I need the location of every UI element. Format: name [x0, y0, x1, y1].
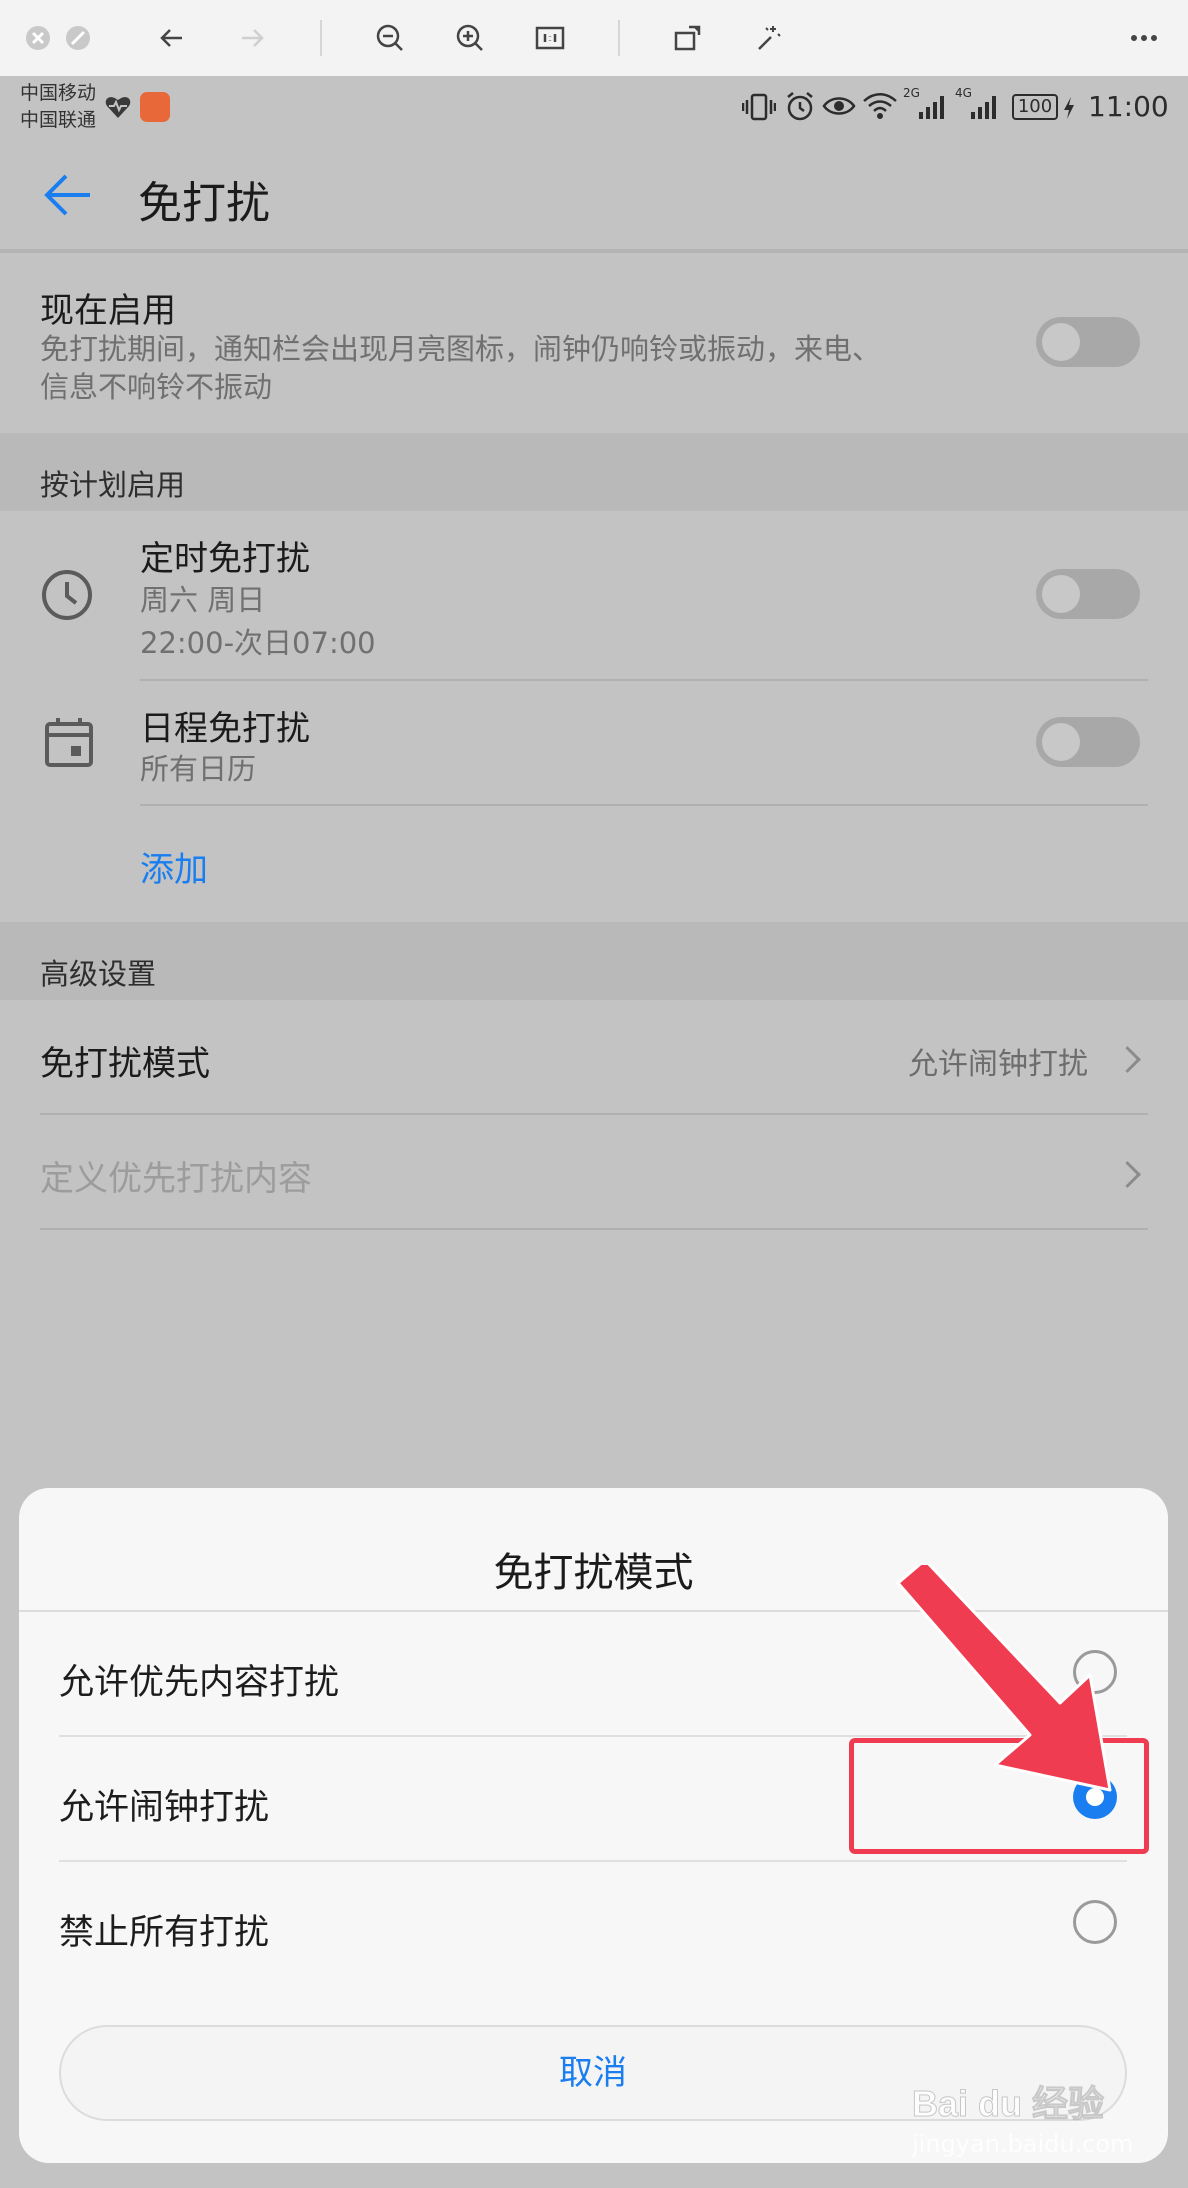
rotate-icon[interactable]: [668, 18, 708, 58]
now-enable-desc-2: 信息不响铃不振动: [40, 370, 273, 404]
back-button[interactable]: [42, 172, 94, 222]
option-block-all-label: 禁止所有打扰: [59, 1913, 270, 1953]
option-alarm-label: 允许闹钟打扰: [59, 1788, 270, 1828]
wifi-icon: [862, 92, 898, 124]
minimize-window-icon[interactable]: [58, 18, 98, 58]
option-block-all-radio[interactable]: [1073, 1900, 1117, 1944]
calendar-dnd-title: 日程免打扰: [140, 709, 310, 749]
actual-size-icon[interactable]: [530, 18, 570, 58]
zoom-in-icon[interactable]: [450, 18, 490, 58]
back-arrow-icon: [44, 174, 90, 216]
timed-dnd-title: 定时免打扰: [140, 539, 310, 579]
carrier-label-1: 中国移动: [20, 82, 97, 104]
vibrate-icon: [741, 92, 777, 126]
calendar-dnd-sub: 所有日历: [140, 752, 257, 786]
calendar-icon: [44, 716, 94, 772]
clock-icon: [40, 568, 94, 626]
now-enable-toggle[interactable]: [1036, 317, 1140, 367]
zoom-out-icon[interactable]: [370, 18, 410, 58]
priority-content-label: 定义优先打扰内容: [40, 1159, 312, 1199]
svg-text:Bai du 经验: Bai du 经验: [912, 2083, 1104, 2124]
schedule-section-label: 按计划启用: [40, 468, 186, 502]
health-heart-icon: [104, 94, 132, 124]
timed-dnd-days: 周六 周日: [140, 583, 266, 617]
now-enable-title: 现在启用: [40, 291, 176, 331]
more-options-icon[interactable]: [1124, 18, 1164, 58]
add-schedule-link[interactable]: 添加: [140, 842, 208, 891]
alarm-icon: [784, 90, 816, 126]
advanced-section-header: [0, 922, 1188, 1000]
charging-icon: [1062, 96, 1076, 124]
close-window-icon[interactable]: [18, 18, 58, 58]
timed-dnd-toggle[interactable]: [1036, 569, 1140, 619]
signal-icon-2: [970, 94, 1000, 124]
carrier-label-2: 中国联通: [20, 109, 97, 131]
eye-comfort-icon: [822, 94, 856, 122]
dnd-mode-label: 免打扰模式: [40, 1044, 210, 1084]
page-title: 免打扰: [138, 178, 270, 229]
signal-icon-1: [918, 94, 948, 124]
baidu-watermark: Bai du 经验: [912, 2082, 1122, 2135]
battery-icon: 100: [1012, 94, 1058, 120]
timed-dnd-hours: 22:00-次日07:00: [140, 626, 376, 660]
back-arrow-icon[interactable]: [152, 18, 192, 58]
option-priority-label: 允许优先内容打扰: [59, 1663, 340, 1703]
dnd-mode-value: 允许闹钟打扰: [908, 1047, 1088, 1082]
magic-wand-icon[interactable]: [748, 18, 788, 58]
calendar-dnd-toggle[interactable]: [1036, 717, 1140, 767]
advanced-section-label: 高级设置: [40, 957, 157, 991]
now-enable-desc-1: 免打扰期间，通知栏会出现月亮图标，闹钟仍响铃或振动，来电、: [40, 332, 882, 366]
app-notification-icon: [140, 92, 170, 122]
forward-arrow-icon[interactable]: [232, 18, 272, 58]
annotation-arrow-icon: [896, 1565, 1112, 1792]
status-bar: 中国移动 中国联通 2G 4G 100 11:00: [0, 76, 1188, 142]
baidu-jingyan-logo: Bai du 经验: [912, 2083, 1105, 2125]
viewer-toolbar: [0, 0, 1188, 76]
baidu-watermark-url: jingyan.baidu.com: [912, 2130, 1134, 2158]
clock-time: 11:00: [1088, 90, 1169, 123]
